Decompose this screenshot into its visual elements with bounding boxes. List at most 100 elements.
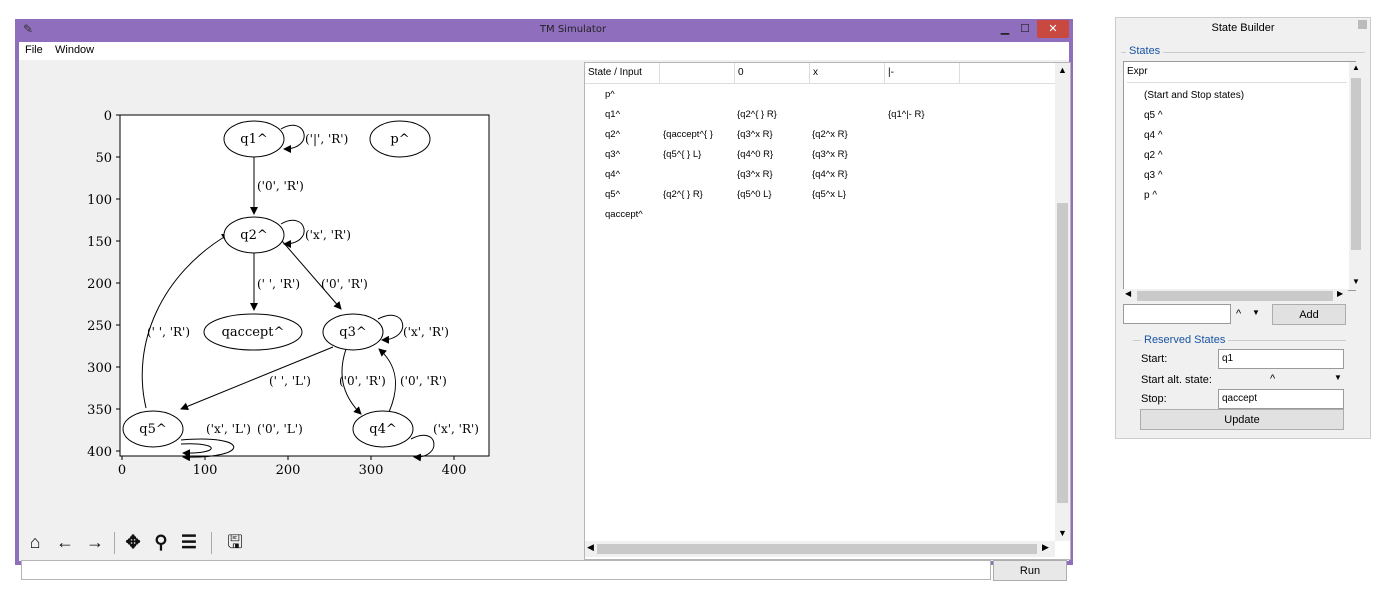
list-item[interactable]: p ^ <box>1144 186 1157 206</box>
list-item[interactable]: q2 ^ <box>1144 146 1163 166</box>
y-tick-label: 50 <box>95 151 112 166</box>
list-header[interactable]: Expr <box>1127 62 1347 83</box>
panel-close-button[interactable] <box>1358 20 1367 29</box>
scrollbar-thumb[interactable] <box>1351 78 1361 250</box>
stop-input[interactable]: qaccept <box>1218 389 1344 409</box>
node-label: q4^ <box>369 422 397 437</box>
table-cell: {q2^{ } R} <box>663 189 703 200</box>
save-icon[interactable]: 🖫 <box>223 530 247 554</box>
edge-label: ('x', 'R') <box>403 325 449 339</box>
scroll-right-icon[interactable]: ▶ <box>1042 542 1049 553</box>
edge-label: ('x', 'R') <box>305 228 351 242</box>
back-arrow-icon[interactable]: ← <box>53 530 77 554</box>
table-vertical-scrollbar[interactable]: ▲ ▼ <box>1055 63 1070 541</box>
close-button[interactable]: ✕ <box>1037 20 1069 38</box>
state-name-input[interactable] <box>1123 304 1231 324</box>
list-item[interactable]: (Start and Stop states) <box>1144 86 1244 106</box>
node-label: q3^ <box>339 325 367 340</box>
run-button[interactable]: Run <box>993 560 1067 581</box>
table-cell: {q5^0 L} <box>737 189 772 200</box>
scroll-right-icon[interactable]: ▶ <box>1337 289 1343 298</box>
main-window: ✎ TM Simulator ▁ ☐ ✕ File Window 0 50 10… <box>15 19 1073 581</box>
table-horizontal-scrollbar[interactable]: ◀ ▶ <box>585 541 1055 557</box>
list-horizontal-scrollbar[interactable]: ◀ ▶ <box>1123 289 1362 303</box>
minimize-button[interactable]: ▁ <box>995 20 1015 38</box>
table-cell: {q4^0 R} <box>737 149 774 160</box>
add-button[interactable]: Add <box>1272 304 1346 325</box>
table-cell: {q3^x R} <box>812 149 848 160</box>
home-icon[interactable]: ⌂ <box>23 530 47 554</box>
table-header[interactable]: |- <box>885 63 960 83</box>
states-list[interactable]: Expr (Start and Stop states) q5 ^ q4 ^ q… <box>1123 61 1363 291</box>
scroll-left-icon[interactable]: ◀ <box>587 542 594 553</box>
zoom-icon[interactable]: ⚲ <box>149 530 173 554</box>
menu-bar: File Window <box>19 42 1069 60</box>
scroll-up-icon[interactable]: ▲ <box>1058 65 1067 75</box>
node-label: q2^ <box>240 228 268 243</box>
transition-table: State / Input 0 x |- p^ q1^ {q2^{ } R} {… <box>584 62 1071 560</box>
x-tick-label: 100 <box>193 463 218 478</box>
table-header[interactable]: x <box>810 63 885 83</box>
edge-label: ('0', 'L') <box>257 422 303 436</box>
state-diagram-plot: 0 50 100 150 200 250 300 350 400 0 100 2… <box>21 64 579 524</box>
list-item[interactable]: q5 ^ <box>1144 106 1163 126</box>
table-header[interactable]: State / Input <box>585 63 660 83</box>
title-bar[interactable]: ✎ TM Simulator ▁ ☐ ✕ <box>15 19 1073 42</box>
y-tick-label: 0 <box>104 109 112 124</box>
x-axis: 0 100 200 300 400 <box>118 456 466 478</box>
start-input[interactable]: q1 <box>1218 349 1344 369</box>
x-tick-label: 300 <box>359 463 384 478</box>
edge-label: ('0', 'R') <box>400 374 447 388</box>
node-label: qaccept^ <box>222 325 285 340</box>
list-item[interactable]: q3 ^ <box>1144 166 1163 186</box>
start-alt-select[interactable]: ^ ▼ <box>1218 371 1344 389</box>
scrollbar-thumb[interactable] <box>597 544 1037 554</box>
window-title: TM Simulator <box>539 24 607 35</box>
table-cell: {qaccept^{ } <box>663 129 713 140</box>
configure-subplots-icon[interactable]: ☰ <box>177 530 201 554</box>
y-tick-label: 300 <box>87 361 112 376</box>
table-cell: q4^ <box>605 169 621 180</box>
maximize-button[interactable]: ☐ <box>1015 20 1035 38</box>
toolbar-separator <box>114 532 115 554</box>
scroll-down-icon[interactable]: ▼ <box>1352 277 1360 286</box>
table-cell: q3^ <box>605 149 621 160</box>
table-cell: {q5^{ } L} <box>663 149 702 160</box>
start-alt-label: Start alt. state: <box>1141 374 1212 386</box>
table-header[interactable]: 0 <box>735 63 810 83</box>
plot-axes <box>119 114 490 457</box>
node-label: p^ <box>390 132 409 147</box>
scroll-left-icon[interactable]: ◀ <box>1125 289 1131 298</box>
scroll-down-icon[interactable]: ▼ <box>1058 528 1067 538</box>
y-tick-label: 400 <box>87 445 112 460</box>
menu-file[interactable]: File <box>25 44 43 56</box>
scroll-up-icon[interactable]: ▲ <box>1352 63 1360 72</box>
update-button[interactable]: Update <box>1140 409 1344 430</box>
edge-label: ('0', 'R') <box>321 277 368 291</box>
edge-label: (' ', 'L') <box>269 374 311 388</box>
table-cell: p^ <box>605 89 615 100</box>
table-header[interactable] <box>660 63 735 83</box>
scrollbar-thumb[interactable] <box>1137 291 1333 301</box>
table-cell: {q4^x R} <box>812 169 848 180</box>
pan-icon[interactable]: ✥ <box>121 530 145 554</box>
table-cell: {q5^x L} <box>812 189 847 200</box>
menu-window[interactable]: Window <box>55 44 94 56</box>
status-field[interactable] <box>21 560 991 580</box>
list-item[interactable]: q4 ^ <box>1144 126 1163 146</box>
edge-label: ('0', 'R') <box>257 179 304 193</box>
symbol-select[interactable]: ^ ▼ <box>1236 308 1266 320</box>
scrollbar-thumb[interactable] <box>1057 203 1068 503</box>
table-cell: {q2^{ } R} <box>737 109 777 120</box>
group-legend: Reserved States <box>1141 334 1229 346</box>
start-label: Start: <box>1141 353 1168 365</box>
table-cell: {q2^x R} <box>812 129 848 140</box>
symbol-select-value: ^ <box>1236 308 1242 320</box>
table-cell: {q3^x R} <box>737 169 773 180</box>
edge-label: ('x', 'R') <box>433 422 479 436</box>
table-cell: qaccept^ <box>605 209 643 220</box>
table-cell: {q1^|- R} <box>888 109 925 120</box>
x-tick-label: 0 <box>118 463 126 478</box>
forward-arrow-icon[interactable]: → <box>83 530 107 554</box>
list-vertical-scrollbar[interactable]: ▲ ▼ <box>1349 62 1363 290</box>
